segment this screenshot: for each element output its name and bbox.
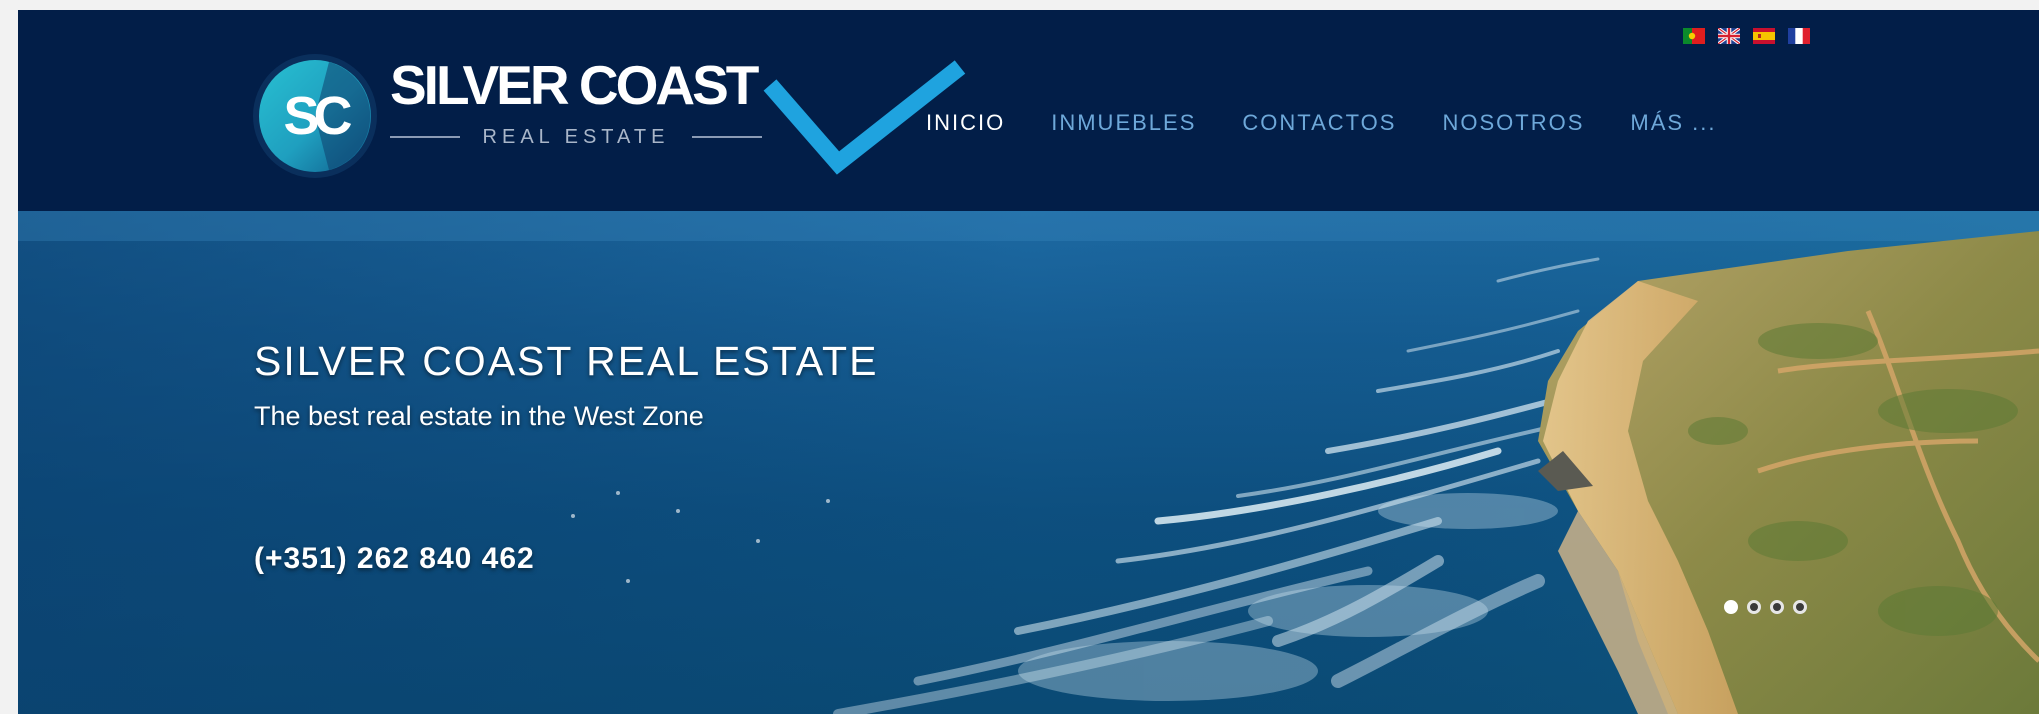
slider-dot-1[interactable]: [1724, 600, 1738, 614]
spain-flag-icon[interactable]: [1753, 28, 1775, 44]
slider-dot-2[interactable]: [1747, 600, 1761, 614]
language-selector: [1683, 28, 1810, 44]
nav-item-inicio[interactable]: INICIO: [926, 110, 1005, 136]
hero-subtitle: The best real estate in the West Zone: [254, 401, 704, 431]
logo-initials: SC: [283, 86, 351, 146]
brand-tagline: REAL ESTATE: [482, 126, 670, 148]
brand-name[interactable]: SILVER COAST: [390, 58, 770, 113]
hero-phone[interactable]: (+351) 262 840 462: [254, 542, 535, 576]
page: SC SILVER COAST REAL ESTATE INICIO INMUE…: [18, 10, 2039, 714]
hero-slider: SILVER COAST REAL ESTATE The best real e…: [18, 211, 2039, 714]
hero-title: SILVER COAST REAL ESTATE: [254, 338, 879, 384]
uk-flag-icon[interactable]: [1718, 28, 1740, 44]
nav-item-contactos[interactable]: CONTACTOS: [1242, 110, 1396, 136]
tagline-divider-left: [390, 136, 460, 138]
france-flag-icon[interactable]: [1788, 28, 1810, 44]
hero-coastline-image: [18, 211, 2039, 714]
logo-icon[interactable]: SC: [251, 52, 379, 180]
tagline-divider-right: [692, 136, 762, 138]
slider-dot-4[interactable]: [1793, 600, 1807, 614]
nav-item-mas[interactable]: MÁS ...: [1630, 110, 1716, 136]
slider-pagination: [1724, 600, 1807, 614]
main-nav: INICIO INMUEBLES CONTACTOS NOSOTROS MÁS …: [926, 103, 1763, 143]
slider-dot-3[interactable]: [1770, 600, 1784, 614]
brand-tagline-block: REAL ESTATE: [390, 123, 762, 153]
nav-item-inmuebles[interactable]: INMUEBLES: [1051, 110, 1196, 136]
nav-item-nosotros[interactable]: NOSOTROS: [1442, 110, 1584, 136]
site-header: SC SILVER COAST REAL ESTATE INICIO INMUE…: [18, 10, 2039, 211]
portugal-flag-icon[interactable]: [1683, 28, 1705, 44]
